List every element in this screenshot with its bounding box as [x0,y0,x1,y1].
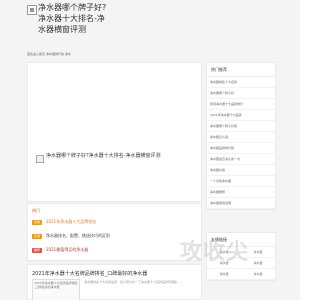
sidebar-links-title: 友情链接 [207,233,275,247]
hot-tag: 实用 [32,233,43,239]
hot-topics-title: 热门 [32,208,40,213]
hero-image-frame: 净水器哪个牌子好?净水器十大排名-净水器横窗评测 [27,62,202,202]
hot-topic-item[interactable]: 实用 净水器排名、配置、挑选技巧的区别 [32,232,197,240]
friend-link[interactable]: 净水器 [207,247,241,258]
sidebar-hot-list: 净水器排名十大名牌 净水器哪个牌子好 家用净水器十大品牌排行 2021年净水器十… [207,77,275,209]
hot-topic-item[interactable]: 必看 2021年净水器十大品牌排名 [32,218,197,226]
article-thumbnail[interactable]: 2021年净水器十大名牌品牌排名_口碑最好的净水器 [32,279,80,300]
breadcrumb[interactable]: 首先进入首页 净水器排行榜 净水 [27,52,71,56]
main-column: 净水器哪个牌子好?净水器十大排名-净水器横窗评测 首先进入首页 净水器排行榜 净… [27,0,202,300]
sidebar-hot-item[interactable]: 净水器排名十大名牌 [207,77,275,88]
sidebar-hot-item[interactable]: 净水器滤芯多久换一次 [207,154,275,165]
sidebar-hot-panel: 热门推荐 净水器排名十大名牌 净水器哪个牌子好 家用净水器十大品牌排行 2021… [206,62,276,210]
sidebar-links-panel: 友情链接 净水器 净化器 净水器 净水器 净水器 净水器 [206,232,276,281]
hot-topic-link[interactable]: 2021最值得买的净水器 [46,247,88,253]
friend-links-grid: 净水器 净化器 净水器 净水器 净水器 净水器 [207,247,275,280]
hot-topic-link[interactable]: 净水器排名、配置、挑选技巧的区别 [46,233,110,239]
sidebar-hot-item[interactable]: 净水器价格 [207,165,275,176]
hero-image-alt: 净水器哪个牌子好?净水器十大排名-净水器横窗评测 [46,153,161,159]
sidebar-hot-item[interactable]: 净水器哪个牌子好 [207,88,275,99]
friend-link[interactable]: 净水器 [207,258,241,269]
sidebar-hot-item[interactable]: 2021年净水器十大品牌 [207,110,275,121]
sidebar-hot-item[interactable]: 净水器使用说明 [207,198,275,209]
friend-link[interactable]: 净化器 [241,247,275,258]
hot-tag: 必看 [32,219,43,225]
sidebar-hot-item[interactable]: 净水器推荐 [207,187,275,198]
friend-link[interactable]: 净水器 [207,269,241,280]
sidebar: 热门推荐 净水器排名十大名牌 净水器哪个牌子好 家用净水器十大品牌排行 2021… [206,62,276,300]
friend-link[interactable]: 净水器 [241,258,275,269]
sidebar-hot-item[interactable]: 一个月的净水器 [207,176,275,187]
hot-tag: 推荐 [32,247,43,253]
hot-topic-link[interactable]: 2021年净水器十大品牌排名 [46,219,96,225]
page-title: 净水器哪个牌子好?净水器十大排名-净水器横窗评测 [38,3,107,34]
article-excerpt: 净水器排名十大名牌品牌，给大家分享一下净水器十大名牌品牌有哪些…… [84,280,184,284]
sidebar-hot-item[interactable]: 净水器怎么选 [207,132,275,143]
sidebar-hot-item[interactable]: 净水器品牌排行榜 [207,143,275,154]
hot-topics-panel: 热门 必看 2021年净水器十大品牌排名 实用 净水器排名、配置、挑选技巧的区别… [27,203,202,261]
hot-topic-item[interactable]: 推荐 2021最值得买的净水器 [32,246,197,254]
broken-image-icon [36,155,44,163]
sidebar-hot-title: 热门推荐 [207,63,275,77]
article-title[interactable]: 2021年净水器十大名牌品牌排名_口碑最好的净水器 [32,270,147,277]
sidebar-hot-item[interactable]: 净水器哪个牌子好用 [207,121,275,132]
broken-image-icon [27,5,37,15]
friend-link[interactable]: 净水器 [241,269,275,280]
sidebar-hot-item[interactable]: 家用净水器十大品牌排行 [207,99,275,110]
title-area: 净水器哪个牌子好?净水器十大排名-净水器横窗评测 首先进入首页 净水器排行榜 净… [27,0,202,60]
article-card[interactable]: 2021年净水器十大名牌品牌排名_口碑最好的净水器 2021年净水器十大名牌品牌… [27,264,202,300]
